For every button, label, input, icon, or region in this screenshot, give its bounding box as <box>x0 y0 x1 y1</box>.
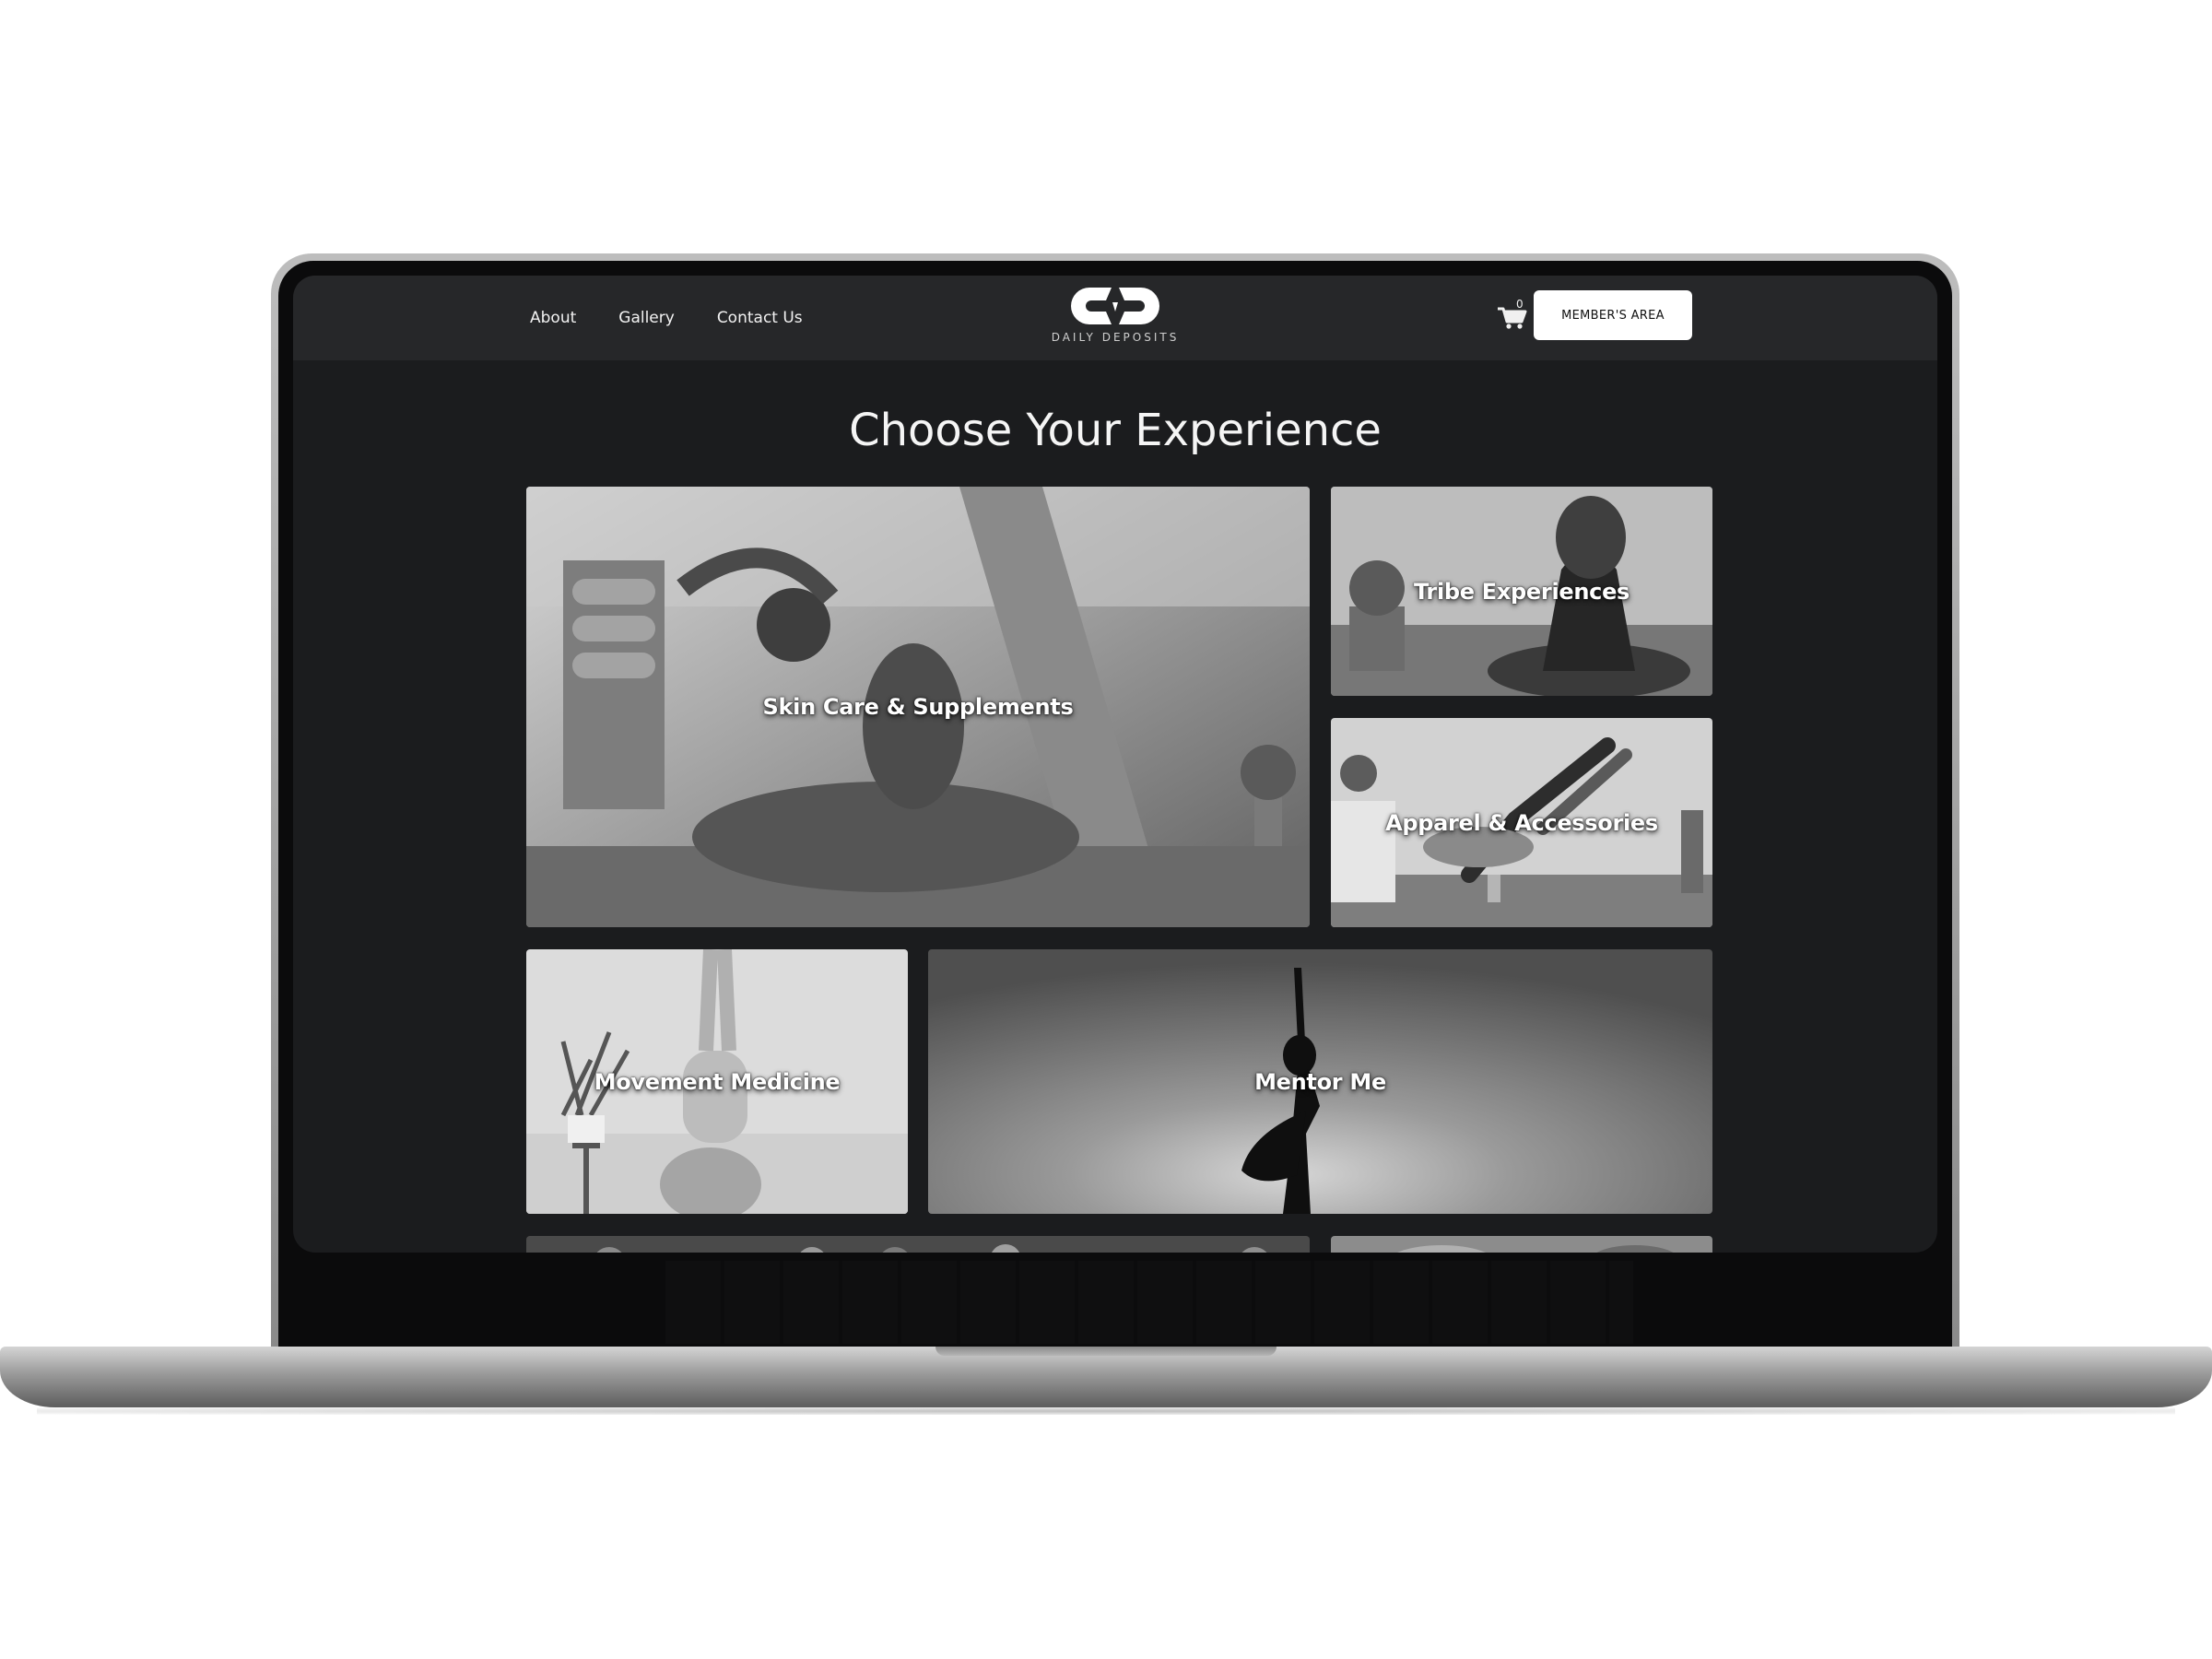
tile-movement-medicine[interactable]: Movement Medicine <box>526 949 908 1214</box>
nav-about[interactable]: About <box>530 309 576 327</box>
tile-label: Mentor Me <box>1254 1068 1386 1095</box>
laptop-base-notch <box>935 1347 1277 1356</box>
laptop-lid: About Gallery Contact Us DAILY DEPOSITS <box>271 253 1959 1356</box>
tile-partial-group-photo[interactable] <box>526 1236 1310 1253</box>
site-logo[interactable]: DAILY DEPOSITS <box>1041 284 1189 352</box>
members-area-button[interactable]: MEMBER'S AREA <box>1534 290 1692 340</box>
tile-label: Skin Care & Supplements <box>762 694 1074 720</box>
tile-image-partial <box>1331 1236 1712 1253</box>
laptop-bezel: About Gallery Contact Us DAILY DEPOSITS <box>278 261 1952 1348</box>
tile-skin-care-supplements[interactable]: Skin Care & Supplements <box>526 487 1310 927</box>
tile-image-group <box>526 1236 1310 1253</box>
cart-count-badge: 0 <box>1516 298 1524 311</box>
keyboard-reflection <box>665 1261 1633 1344</box>
cart-icon[interactable] <box>1494 301 1531 333</box>
tile-label: Tribe Experiences <box>1413 578 1630 605</box>
nav-gallery[interactable]: Gallery <box>618 309 675 327</box>
browser-viewport: About Gallery Contact Us DAILY DEPOSITS <box>293 276 1937 1253</box>
tile-apparel-accessories[interactable]: Apparel & Accessories <box>1331 718 1712 927</box>
laptop-shadow <box>37 1407 2175 1415</box>
logo-mark-icon <box>1071 288 1159 324</box>
tile-mentor-me[interactable]: Mentor Me <box>928 949 1712 1214</box>
tile-partial-photo[interactable] <box>1331 1236 1712 1253</box>
tile-label: Movement Medicine <box>594 1068 841 1095</box>
nav-contact-us[interactable]: Contact Us <box>717 309 803 327</box>
page-title: Choose Your Experience <box>849 405 1382 456</box>
tile-label: Apparel & Accessories <box>1385 809 1658 836</box>
site-header: About Gallery Contact Us DAILY DEPOSITS <box>293 276 1937 360</box>
logo-text: DAILY DEPOSITS <box>1051 331 1180 344</box>
tile-tribe-experiences[interactable]: Tribe Experiences <box>1331 487 1712 696</box>
main-nav: About Gallery Contact Us <box>530 276 845 360</box>
